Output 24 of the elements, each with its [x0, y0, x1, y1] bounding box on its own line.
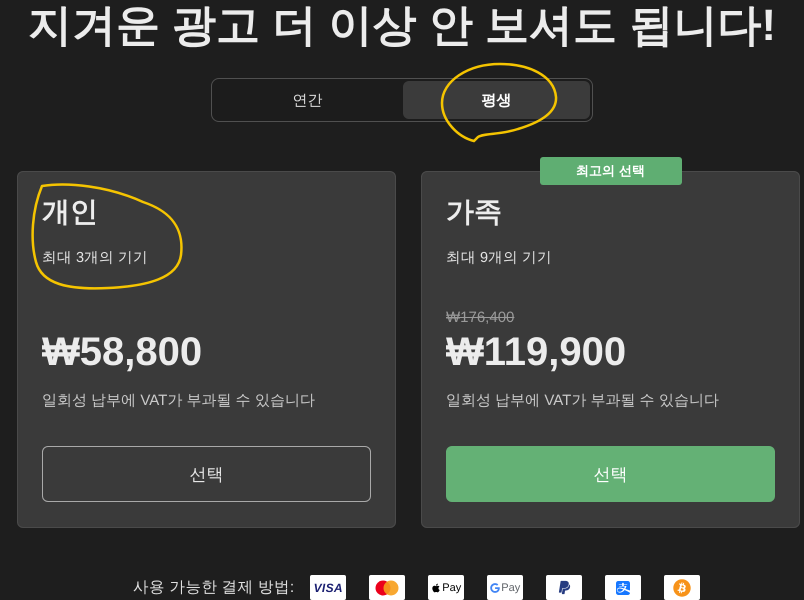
vat-note: 일회성 납부에 VAT가 부과될 수 있습니다	[446, 391, 719, 411]
plan-price: ₩119,900	[446, 329, 626, 376]
billing-tab[interactable]: 연간	[214, 81, 401, 119]
pay-label: Pay	[501, 582, 520, 594]
mastercard-icon	[369, 575, 406, 600]
plan-name: 개인	[42, 195, 98, 229]
vat-note: 일회성 납부에 VAT가 부과될 수 있습니다	[42, 391, 315, 411]
plan-name: 가족	[446, 195, 502, 229]
apple-icon	[431, 582, 442, 592]
paypal-icon	[546, 575, 582, 600]
page-headline: 지겨운 광고 더 이상 안 보셔도 됩니다!	[28, 0, 776, 52]
select-button[interactable]: 선택	[42, 446, 371, 502]
best-choice-badge: 최고의 선택	[540, 157, 682, 185]
device-limit: 최대 9개의 기기	[446, 249, 552, 268]
plan-price: ₩58,800	[42, 329, 202, 376]
payment-methods-label: 사용 가능한 결제 방법:	[133, 578, 294, 598]
device-limit: 최대 3개의 기기	[42, 249, 148, 268]
bitcoin-icon	[664, 575, 700, 600]
original-price: ₩176,400	[446, 308, 514, 328]
google-g-icon	[490, 582, 500, 592]
alipay-icon	[605, 575, 642, 600]
visa-logo: VISA	[310, 575, 346, 600]
pay-label: Pay	[442, 582, 462, 594]
billing-tab[interactable]: 평생	[403, 81, 590, 119]
